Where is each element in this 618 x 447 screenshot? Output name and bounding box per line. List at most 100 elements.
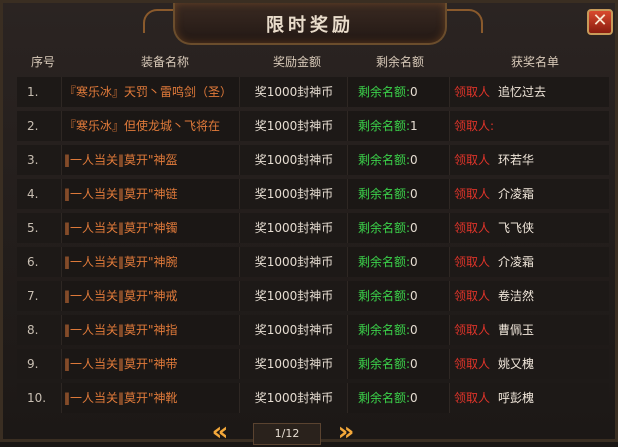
winner-cell: 领取人 曹佩玉 xyxy=(449,315,609,345)
close-button[interactable]: ✕ xyxy=(587,9,613,35)
pagination: « 1/12 » xyxy=(3,419,618,445)
remaining-value: 0 xyxy=(410,289,418,303)
remaining-label: 剩余名额: xyxy=(358,391,411,405)
remaining-cell: 剩余名额:0 xyxy=(347,349,449,379)
winner-name: 介凌霜 xyxy=(498,187,535,201)
table-row[interactable]: 4. ‖一人当关‖莫开"神链 奖1000封神币 剩余名额:0 领取人 介凌霜 xyxy=(17,179,609,209)
table-row[interactable]: 7. ‖一人当关‖莫开"神戒 奖1000封神币 剩余名额:0 领取人 卷洁然 xyxy=(17,281,609,311)
winner-name: 呼彭槐 xyxy=(498,391,535,405)
winner-cell: 领取人 飞飞侠 xyxy=(449,213,609,243)
title-ornament-right xyxy=(441,9,483,33)
table-row[interactable]: 5. ‖一人当关‖莫开"神镯 奖1000封神币 剩余名额:0 领取人 飞飞侠 xyxy=(17,213,609,243)
remaining-cell: 剩余名额:0 xyxy=(347,383,449,413)
row-number: 8. xyxy=(17,315,61,345)
item-name: ‖一人当关‖莫开"神带 xyxy=(61,349,239,379)
reward-amount: 奖1000封神币 xyxy=(239,281,348,311)
remaining-label: 剩余名额: xyxy=(358,153,411,167)
winner-cell: 领取人 追忆过去 xyxy=(449,77,609,107)
winner-cell: 领取人 介凌霜 xyxy=(449,179,609,209)
item-name: ‖一人当关‖莫开"神腕 xyxy=(61,247,239,277)
item-name: 『寒乐冰』天罚丶雷鸣剑（圣） xyxy=(61,77,239,107)
close-icon: ✕ xyxy=(592,10,608,31)
winner-label: 领取人: xyxy=(454,119,495,133)
winner-label: 领取人 xyxy=(454,187,491,201)
table-row[interactable]: 1. 『寒乐冰』天罚丶雷鸣剑（圣） 奖1000封神币 剩余名额:0 领取人 追忆过去 xyxy=(17,77,609,107)
item-name: 『寒乐冰』但使龙城丶飞将在 xyxy=(61,111,239,141)
row-number: 4. xyxy=(17,179,61,209)
remaining-label: 剩余名额: xyxy=(358,187,411,201)
remaining-label: 剩余名额: xyxy=(358,85,411,99)
winner-cell: 领取人 环若华 xyxy=(449,145,609,175)
title-bar: 限时奖励 xyxy=(173,3,447,45)
reward-amount: 奖1000封神币 xyxy=(239,145,348,175)
chevron-left-icon: « xyxy=(211,417,229,447)
winner-label: 领取人 xyxy=(454,323,491,337)
reward-amount: 奖1000封神币 xyxy=(239,349,348,379)
winner-name: 环若华 xyxy=(498,153,535,167)
remaining-cell: 剩余名额:0 xyxy=(347,213,449,243)
table-row[interactable]: 2. 『寒乐冰』但使龙城丶飞将在 奖1000封神币 剩余名额:1 领取人: xyxy=(17,111,609,141)
remaining-value: 0 xyxy=(410,357,418,371)
table-row[interactable]: 6. ‖一人当关‖莫开"神腕 奖1000封神币 剩余名额:0 领取人 介凌霜 xyxy=(17,247,609,277)
remaining-value: 0 xyxy=(410,85,418,99)
table-row[interactable]: 3. ‖一人当关‖莫开"神盔 奖1000封神币 剩余名额:0 领取人 环若华 xyxy=(17,145,609,175)
row-number: 2. xyxy=(17,111,61,141)
remaining-value: 0 xyxy=(410,221,418,235)
header-reward-amount: 奖励金额 xyxy=(272,55,321,69)
winner-label: 领取人 xyxy=(454,289,491,303)
remaining-label: 剩余名额: xyxy=(358,255,411,269)
remaining-value: 0 xyxy=(410,391,418,405)
item-name: ‖一人当关‖莫开"神镯 xyxy=(61,213,239,243)
remaining-label: 剩余名额: xyxy=(358,289,411,303)
remaining-value: 0 xyxy=(410,323,418,337)
remaining-cell: 剩余名额:1 xyxy=(347,111,449,141)
remaining-cell: 剩余名额:0 xyxy=(347,145,449,175)
reward-amount: 奖1000封神币 xyxy=(239,77,348,107)
row-number: 5. xyxy=(17,213,61,243)
item-name: ‖一人当关‖莫开"神链 xyxy=(61,179,239,209)
row-number: 6. xyxy=(17,247,61,277)
winner-label: 领取人 xyxy=(454,85,491,99)
reward-amount: 奖1000封神币 xyxy=(239,213,348,243)
page-title: 限时奖励 xyxy=(266,15,354,36)
reward-amount: 奖1000封神币 xyxy=(239,383,348,413)
prev-page-button[interactable]: « xyxy=(203,419,237,445)
winner-name: 追忆过去 xyxy=(498,85,547,99)
table-row[interactable]: 8. ‖一人当关‖莫开"神指 奖1000封神币 剩余名额:0 领取人 曹佩玉 xyxy=(17,315,609,345)
remaining-value: 0 xyxy=(410,153,418,167)
remaining-cell: 剩余名额:0 xyxy=(347,77,449,107)
row-number: 7. xyxy=(17,281,61,311)
remaining-label: 剩余名额: xyxy=(358,357,411,371)
winner-label: 领取人 xyxy=(454,221,491,235)
winner-cell: 领取人 姚又槐 xyxy=(449,349,609,379)
remaining-cell: 剩余名额:0 xyxy=(347,315,449,345)
remaining-label: 剩余名额: xyxy=(358,119,411,133)
reward-panel: 限时奖励 ✕ 序号 装备名称 奖励金额 剩余名额 获奖名单 1. 『寒乐冰』天罚丶… xyxy=(0,0,618,445)
header-winner-list: 获奖名单 xyxy=(510,55,559,69)
chevron-right-icon: » xyxy=(337,417,355,447)
remaining-label: 剩余名额: xyxy=(358,221,411,235)
remaining-label: 剩余名额: xyxy=(358,323,411,337)
next-page-button[interactable]: » xyxy=(329,419,363,445)
winner-name: 卷洁然 xyxy=(498,289,535,303)
header-number: 序号 xyxy=(30,55,55,69)
winner-label: 领取人 xyxy=(454,357,491,371)
table-header: 序号 装备名称 奖励金额 剩余名额 获奖名单 xyxy=(15,51,609,73)
table-row[interactable]: 9. ‖一人当关‖莫开"神带 奖1000封神币 剩余名额:0 领取人 姚又槐 xyxy=(17,349,609,379)
winner-cell: 领取人: xyxy=(449,111,609,141)
remaining-value: 1 xyxy=(410,119,418,133)
row-number: 9. xyxy=(17,349,61,379)
table-row[interactable]: 10. ‖一人当关‖莫开"神靴 奖1000封神币 剩余名额:0 领取人 呼彭槐 xyxy=(17,383,609,413)
row-number: 10. xyxy=(17,383,61,413)
winner-cell: 领取人 介凌霜 xyxy=(449,247,609,277)
item-name: ‖一人当关‖莫开"神靴 xyxy=(61,383,239,413)
winner-label: 领取人 xyxy=(454,391,491,405)
winner-name: 飞飞侠 xyxy=(498,221,535,235)
winner-name: 姚又槐 xyxy=(498,357,535,371)
remaining-value: 0 xyxy=(410,255,418,269)
remaining-cell: 剩余名额:0 xyxy=(347,179,449,209)
reward-amount: 奖1000封神币 xyxy=(239,179,348,209)
winner-name: 介凌霜 xyxy=(498,255,535,269)
item-name: ‖一人当关‖莫开"神戒 xyxy=(61,281,239,311)
remaining-cell: 剩余名额:0 xyxy=(347,247,449,277)
